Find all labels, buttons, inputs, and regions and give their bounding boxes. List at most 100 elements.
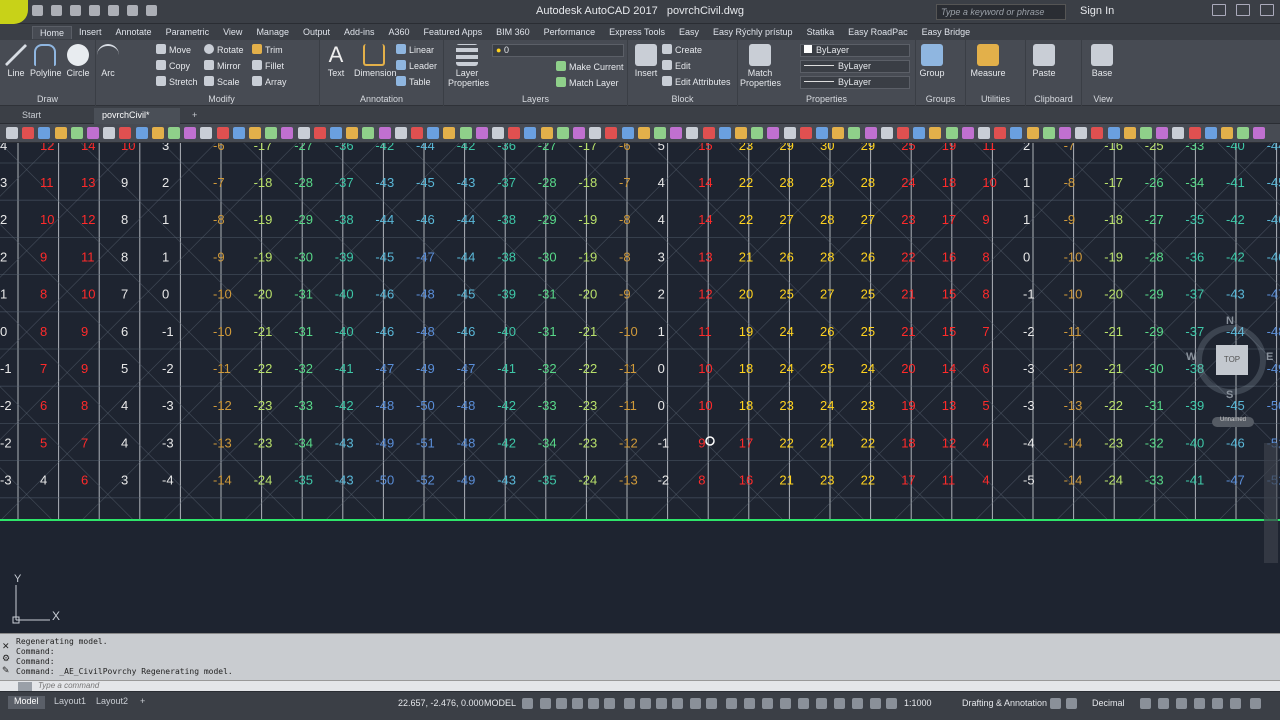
clipboard-panel-title[interactable]: Clipboard [1026,94,1081,104]
status-toggle-icon[interactable] [540,698,551,709]
edit-block-button[interactable]: Edit [662,60,691,71]
utilities-panel-title[interactable]: Utilities [966,94,1025,104]
ribbon-tab-insert[interactable]: Insert [72,26,109,38]
ucs-menu[interactable]: Unnamed [1212,417,1254,427]
units-dropdown[interactable]: Decimal [1092,698,1125,708]
toolbar-tool-icon[interactable] [832,127,845,139]
save-icon[interactable] [70,5,81,16]
toolbar-tool-icon[interactable] [394,127,407,139]
toolbar-tool-icon[interactable] [670,127,683,139]
model-tab[interactable]: Model [8,696,45,709]
ribbon-tab-easy-roadpac[interactable]: Easy RoadPac [841,26,915,38]
sign-in-button[interactable]: Sign In [1080,5,1114,17]
toolbar-tool-icon[interactable] [443,127,456,139]
toolbar-tool-icon[interactable] [621,127,634,139]
ribbon-tab-statika[interactable]: Statika [800,26,842,38]
copy-button[interactable]: Copy [156,60,190,71]
navigation-bar[interactable] [1264,443,1278,563]
groups-panel-title[interactable]: Groups [916,94,965,104]
edit-attributes-button[interactable]: Edit Attributes [662,76,731,87]
toolbar-tool-icon[interactable] [297,127,310,139]
toolbar-tool-icon[interactable] [281,127,294,139]
toolbar-tool-icon[interactable] [718,127,731,139]
toolbar-tool-icon[interactable] [492,127,504,139]
layer-dropdown[interactable]: ● 0 [492,44,624,57]
toolbar-tool-icon[interactable] [1204,127,1217,139]
toolbar-tool-icon[interactable] [767,127,780,139]
trim-button[interactable]: Trim [252,44,283,55]
status-toggle-icon[interactable] [588,698,599,709]
status-toggle-icon[interactable] [1176,698,1187,709]
linetype-dropdown[interactable]: ByLayer [800,60,910,73]
status-toggle-icon[interactable] [604,698,615,709]
status-toggle-icon[interactable] [886,698,897,709]
fillet-button[interactable]: Fillet [252,60,284,71]
status-toggle-icon[interactable] [726,698,737,709]
toolbar-tool-icon[interactable] [459,127,472,139]
toolbar-tool-icon[interactable] [816,127,828,139]
toolbar-tool-icon[interactable] [1156,127,1169,139]
toolbar-tool-icon[interactable] [475,127,488,139]
ribbon-tab-bim-360[interactable]: BIM 360 [489,26,537,38]
status-toggle-icon[interactable] [1194,698,1205,709]
minimize-icon[interactable] [1212,4,1226,16]
toolbar-tool-icon[interactable] [1237,127,1250,139]
save-as-icon[interactable] [89,5,100,16]
status-toggle-icon[interactable] [744,698,755,709]
toolbar-tool-icon[interactable] [589,127,602,139]
toolbar-tool-icon[interactable] [330,127,342,139]
array-button[interactable]: Array [252,76,287,87]
toolbar-tool-icon[interactable] [87,127,99,139]
status-toggle-icon[interactable] [1212,698,1223,709]
group-button[interactable]: Group [918,44,946,78]
toolbar-tool-icon[interactable] [362,127,375,139]
create-block-button[interactable]: Create [662,44,702,55]
toolbar-tool-icon[interactable] [411,127,423,139]
toolbar-tool-icon[interactable] [427,127,440,139]
annotation-scale[interactable]: 1:1000 [904,698,932,708]
toolbar-tool-icon[interactable] [735,127,747,139]
coordinates-readout[interactable]: 22.657, -2.476, 0.000 [398,698,484,708]
command-prompt-icon[interactable] [18,682,32,691]
status-toggle-icon[interactable] [672,698,683,709]
ribbon-tab-a360[interactable]: A360 [382,26,417,38]
status-toggle-icon[interactable] [624,698,635,709]
ribbon-tab-easy-r-chly-pr-stup[interactable]: Easy Rýchly prístup [706,26,800,38]
toolbar-tool-icon[interactable] [799,127,812,139]
workspace-switch[interactable]: Drafting & Annotation [962,698,1047,708]
ribbon-tab-easy[interactable]: Easy [672,26,706,38]
toolbar-tool-icon[interactable] [232,127,245,139]
toolbar-tool-icon[interactable] [978,127,990,139]
close-icon[interactable] [1260,4,1274,16]
match-properties-button[interactable]: Match Properties [740,44,781,88]
toolbar-tool-icon[interactable] [103,127,116,139]
toolbar-tool-icon[interactable] [961,127,974,139]
viewcube-top-face[interactable]: TOP [1216,345,1248,375]
draw-panel-title[interactable]: Draw [0,94,95,104]
toolbar-tool-icon[interactable] [540,127,553,139]
ribbon-tab-annotate[interactable]: Annotate [109,26,159,38]
modify-panel-title[interactable]: Modify [124,94,319,104]
toolbar-tool-icon[interactable] [573,127,585,139]
status-toggle-icon[interactable] [556,698,567,709]
status-toggle-icon[interactable] [870,698,881,709]
close-icon[interactable]: ✕ [2,640,12,652]
status-toggle-icon[interactable] [1066,698,1077,709]
toolbar-tool-icon[interactable] [913,127,926,139]
status-toggle-icon[interactable] [522,698,533,709]
toolbar-tool-icon[interactable] [1026,127,1039,139]
toolbar-tool-icon[interactable] [783,127,796,139]
toolbar-tool-icon[interactable] [702,127,715,139]
toolbar-tool-icon[interactable] [1188,127,1201,139]
layer-properties-button[interactable]: Layer Properties [448,44,489,88]
toolbar-tool-icon[interactable] [1010,127,1023,139]
status-toggle-icon[interactable] [816,698,827,709]
status-toggle-icon[interactable] [762,698,773,709]
model-space-button[interactable]: MODEL [484,698,516,708]
toolbar-tool-icon[interactable] [1123,127,1136,139]
insert-button[interactable]: Insert [632,44,660,78]
toolbar-tool-icon[interactable] [1140,127,1152,139]
toolbar-tool-icon[interactable] [1107,127,1120,139]
status-toggle-icon[interactable] [1158,698,1169,709]
toolbar-tool-icon[interactable] [6,127,18,139]
